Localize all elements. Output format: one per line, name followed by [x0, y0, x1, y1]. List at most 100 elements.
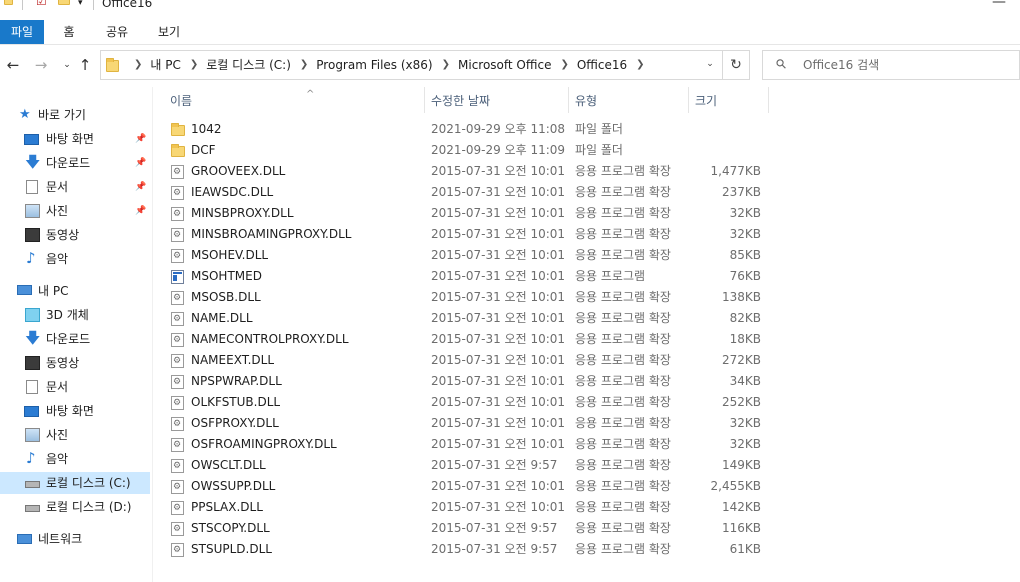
file-type: 응용 프로그램 확장 — [575, 416, 671, 430]
column-header-date[interactable]: 수정한 날짜 — [431, 87, 566, 115]
table-row[interactable]: OSFPROXY.DLL 2015-07-31 오전 10:01 응용 프로그램 확… — [153, 413, 1020, 435]
address-history-chevron-icon[interactable]: ⌄ — [698, 50, 722, 80]
tab-home[interactable]: 홈 — [58, 20, 80, 44]
file-size: 237KB — [721, 185, 761, 199]
breadcrumb-separator-icon[interactable]: ❯ — [442, 51, 450, 79]
search-input[interactable]: Office16 검색 — [803, 51, 879, 79]
table-row[interactable]: OWSCLT.DLL 2015-07-31 오전 9:57 응용 프로그램 확장 14… — [153, 455, 1020, 477]
table-row[interactable]: OLKFSTUB.DLL 2015-07-31 오전 10:01 응용 프로그램 확… — [153, 392, 1020, 414]
sidebar-item-downloads[interactable]: 🡇 다운로드 📌 — [0, 152, 150, 174]
folder-icon — [171, 144, 185, 157]
column-header-type[interactable]: 유형 — [575, 87, 685, 115]
column-header-size[interactable]: 크기 — [695, 87, 765, 115]
file-date: 2015-07-31 오전 10:01 — [431, 416, 566, 430]
pin-icon[interactable]: 📌 — [135, 176, 146, 198]
column-header-name[interactable]: 이름 ^ — [170, 87, 420, 115]
table-row[interactable]: MSOHEV.DLL 2015-07-31 오전 10:01 응용 프로그램 확장 8… — [153, 245, 1020, 267]
sidebar-item-pictures-pc[interactable]: 사진 — [0, 424, 150, 446]
file-type: 응용 프로그램 확장 — [575, 164, 671, 178]
table-row[interactable]: MINSBPROXY.DLL 2015-07-31 오전 10:01 응용 프로그램… — [153, 203, 1020, 225]
file-type: 응용 프로그램 확장 — [575, 437, 671, 451]
file-size: 116KB — [721, 521, 761, 535]
breadcrumb-separator-icon[interactable]: ❯ — [560, 51, 568, 79]
sidebar-item-videos[interactable]: 동영상 — [0, 224, 150, 246]
table-row[interactable]: NAME.DLL 2015-07-31 오전 10:01 응용 프로그램 확장 82K… — [153, 308, 1020, 330]
breadcrumb-program-files[interactable]: Program Files (x86) — [316, 51, 432, 79]
table-row[interactable]: GROOVEEX.DLL 2015-07-31 오전 10:01 응용 프로그램 확… — [153, 161, 1020, 183]
pin-icon[interactable]: 📌 — [135, 200, 146, 222]
sidebar-item-quick-access[interactable]: ★ 바로 가기 — [0, 104, 150, 126]
sidebar-item-music[interactable]: ♪ 음악 — [0, 248, 150, 270]
sidebar-item-local-disk-d[interactable]: 로컬 디스크 (D:) — [0, 496, 150, 518]
table-row[interactable]: MSOSB.DLL 2015-07-31 오전 10:01 응용 프로그램 확장 13… — [153, 287, 1020, 309]
table-row[interactable]: IEAWSDC.DLL 2015-07-31 오전 10:01 응용 프로그램 확장… — [153, 182, 1020, 204]
breadcrumb-separator-icon[interactable]: ❯ — [636, 51, 644, 79]
forward-arrow-icon[interactable]: → — [32, 55, 50, 75]
table-row[interactable]: PPSLAX.DLL 2015-07-31 오전 10:01 응용 프로그램 확장 1… — [153, 497, 1020, 519]
breadcrumb-separator-icon[interactable]: ❯ — [300, 51, 308, 79]
table-row[interactable]: 1042 2021-09-29 오후 11:08 파일 폴더 — [153, 119, 1020, 140]
table-row[interactable]: STSCOPY.DLL 2015-07-31 오전 9:57 응용 프로그램 확장 1… — [153, 518, 1020, 540]
sidebar-item-pictures[interactable]: 사진 📌 — [0, 200, 150, 222]
sidebar-item-network[interactable]: 네트워크 — [0, 528, 150, 550]
tab-file[interactable]: 파일 — [0, 20, 44, 44]
table-row[interactable]: MINSBROAMINGPROXY.DLL 2015-07-31 오전 10:01… — [153, 224, 1020, 246]
folder-icon — [4, 0, 13, 14]
breadcrumb-local-disk-c[interactable]: 로컬 디스크 (C:) — [206, 51, 291, 79]
breadcrumb-separator-icon[interactable]: ❯ — [190, 51, 198, 79]
table-row[interactable]: MSOHTMED 2015-07-31 오전 10:01 응용 프로그램 76KB — [153, 266, 1020, 287]
sidebar-item-documents-pc[interactable]: 문서 — [0, 376, 150, 398]
breadcrumb-office16[interactable]: Office16 — [577, 51, 627, 79]
sidebar-item-3d-objects[interactable]: 3D 개체 — [0, 304, 150, 326]
file-size: 34KB — [729, 374, 761, 388]
table-row[interactable]: DCF 2021-09-29 오후 11:09 파일 폴더 — [153, 140, 1020, 161]
sidebar-item-downloads-pc[interactable]: 🡇 다운로드 — [0, 328, 150, 350]
refresh-icon[interactable]: ↻ — [722, 50, 750, 80]
dll-file-icon — [171, 162, 184, 183]
new-folder-icon[interactable] — [58, 0, 70, 14]
file-type: 응용 프로그램 확장 — [575, 374, 671, 388]
minimize-icon[interactable]: — — [992, 0, 1006, 10]
column-divider[interactable] — [688, 87, 689, 113]
table-row[interactable]: NAMEEXT.DLL 2015-07-31 오전 10:01 응용 프로그램 확장… — [153, 350, 1020, 372]
breadcrumb-pc[interactable]: 내 PC — [150, 51, 180, 79]
table-row[interactable]: STSUPLD.DLL 2015-07-31 오전 9:57 응용 프로그램 확장 6… — [153, 539, 1020, 561]
back-arrow-icon[interactable]: ← — [4, 55, 22, 75]
tab-share[interactable]: 공유 — [104, 20, 130, 44]
search-box[interactable]: ⚲ Office16 검색 — [762, 50, 1020, 80]
quick-access-dropdown-icon[interactable]: ▾ — [78, 0, 83, 18]
recent-locations-chevron-icon[interactable]: ⌄ — [58, 55, 76, 75]
sidebar-item-local-disk-c[interactable]: 로컬 디스크 (C:) — [0, 472, 150, 494]
sidebar-item-this-pc[interactable]: 내 PC — [0, 280, 150, 302]
file-date: 2015-07-31 오전 10:01 — [431, 332, 566, 346]
breadcrumb-separator-icon[interactable]: ❯ — [134, 51, 142, 79]
sidebar-item-desktop-pc[interactable]: 바탕 화면 — [0, 400, 150, 422]
pin-icon[interactable]: 📌 — [135, 152, 146, 174]
sidebar-item-videos-pc[interactable]: 동영상 — [0, 352, 150, 374]
divider — [93, 0, 94, 10]
up-arrow-icon[interactable]: ↑ — [76, 55, 94, 75]
pin-icon[interactable]: 📌 — [135, 128, 146, 150]
file-name: MSOSB.DLL — [191, 290, 261, 304]
sidebar-item-desktop[interactable]: 바탕 화면 📌 — [0, 128, 150, 150]
tab-view[interactable]: 보기 — [156, 20, 182, 44]
table-row[interactable]: NAMECONTROLPROXY.DLL 2015-07-31 오전 10:01 응… — [153, 329, 1020, 351]
file-name: NAME.DLL — [191, 311, 253, 325]
divider — [22, 0, 23, 10]
dll-file-icon — [171, 540, 184, 561]
table-row[interactable]: OWSSUPP.DLL 2015-07-31 오전 10:01 응용 프로그램 확장… — [153, 476, 1020, 498]
file-type: 응용 프로그램 확장 — [575, 227, 671, 241]
properties-check-icon[interactable]: ☑ — [36, 0, 47, 14]
desktop-icon — [24, 134, 39, 145]
column-divider[interactable] — [568, 87, 569, 113]
address-bar[interactable]: ❯ 내 PC ❯ 로컬 디스크 (C:) ❯ Program Files (x8… — [100, 50, 723, 80]
sidebar-item-music-pc[interactable]: ♪ 음악 — [0, 448, 150, 470]
table-row[interactable]: NPSPWRAP.DLL 2015-07-31 오전 10:01 응용 프로그램 확… — [153, 371, 1020, 393]
column-divider[interactable] — [768, 87, 769, 113]
drive-icon — [25, 481, 40, 488]
breadcrumb-microsoft-office[interactable]: Microsoft Office — [458, 51, 551, 79]
column-divider[interactable] — [424, 87, 425, 113]
table-row[interactable]: OSFROAMINGPROXY.DLL 2015-07-31 오전 10:01 응용… — [153, 434, 1020, 456]
sidebar-item-documents[interactable]: 문서 📌 — [0, 176, 150, 198]
file-name: OSFPROXY.DLL — [191, 416, 279, 430]
